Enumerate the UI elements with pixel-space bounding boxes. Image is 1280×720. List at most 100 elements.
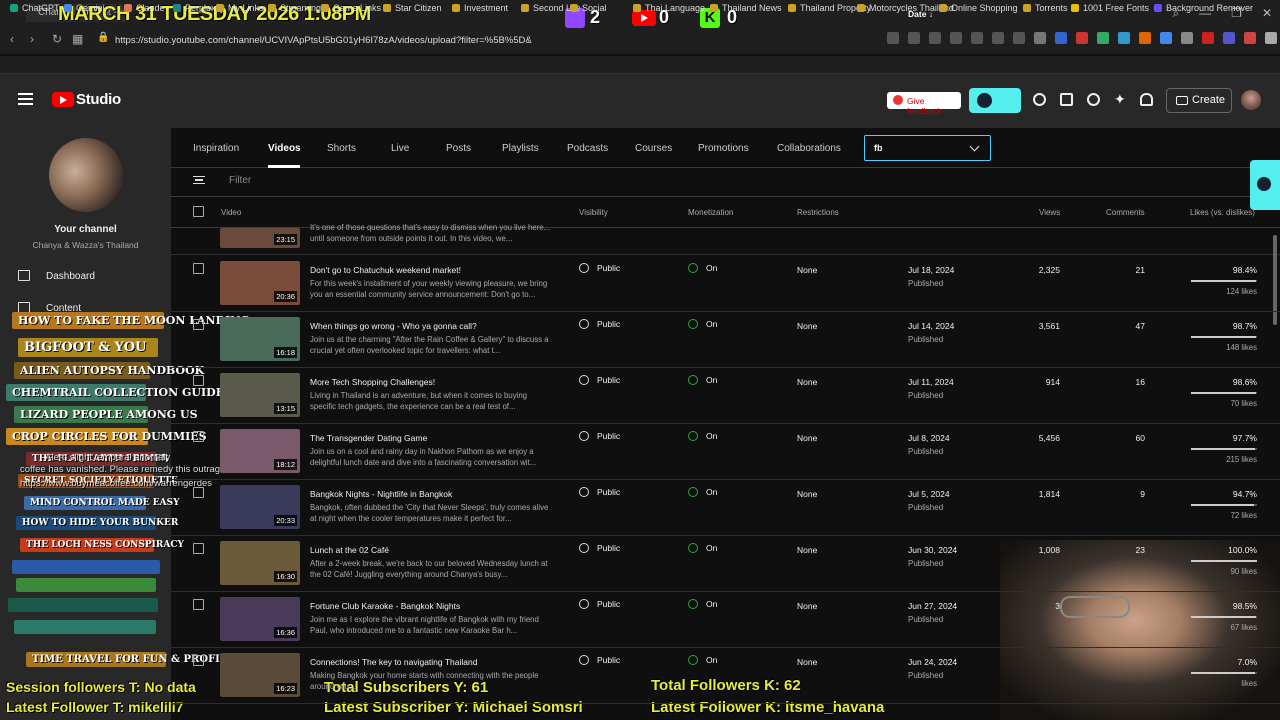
video-thumbnail[interactable]: 16:36: [220, 597, 300, 641]
back-icon[interactable]: ‹: [10, 32, 14, 46]
extension-icon[interactable]: [1118, 32, 1130, 44]
monetization-cell[interactable]: On: [688, 375, 717, 385]
video-title[interactable]: Lunch at the 02 Café: [310, 545, 389, 555]
messages-icon[interactable]: [1060, 93, 1073, 106]
bookmark-item[interactable]: Social: [570, 3, 607, 13]
visibility-cell[interactable]: Public: [579, 431, 620, 441]
video-thumbnail[interactable]: 23:15: [220, 228, 300, 248]
video-thumbnail[interactable]: 20:33: [220, 485, 300, 529]
extension-icon[interactable]: [992, 32, 1004, 44]
visibility-cell[interactable]: Public: [579, 487, 620, 497]
bookmark-item[interactable]: Background Remover: [1154, 3, 1253, 13]
bookmark-item[interactable]: Torrents: [1023, 3, 1068, 13]
video-title[interactable]: Fortune Club Karaoke - Bangkok Nights: [310, 601, 460, 611]
extension-icon[interactable]: [1244, 32, 1256, 44]
video-title[interactable]: When things go wrong - Who ya gonna call…: [310, 321, 477, 331]
extension-icon[interactable]: [1076, 32, 1088, 44]
table-row-partial[interactable]: 23:15 It's one of those questions that's…: [171, 223, 1280, 255]
extension-icon[interactable]: [908, 32, 920, 44]
extension-icon[interactable]: [1202, 32, 1214, 44]
extension-icon[interactable]: [929, 32, 941, 44]
table-row[interactable]: 16:36 Fortune Club Karaoke - Bangkok Nigh…: [171, 592, 1280, 648]
help-icon[interactable]: [1087, 93, 1100, 106]
extension-icon[interactable]: [1181, 32, 1193, 44]
extensions-grid-icon[interactable]: ▦: [72, 32, 83, 46]
extension-icon[interactable]: [1055, 32, 1067, 44]
visibility-cell[interactable]: Public: [579, 319, 620, 329]
url-field[interactable]: https://studio.youtube.com/channel/UCVIV…: [115, 35, 532, 46]
bookmark-item[interactable]: Thailand News: [710, 3, 782, 13]
search-icon[interactable]: [1033, 93, 1046, 106]
reload-icon[interactable]: ↻: [52, 32, 62, 46]
menu-icon[interactable]: [18, 93, 33, 105]
bookmark-item[interactable]: My Links: [216, 3, 264, 13]
table-row[interactable]: 13:15 More Tech Shopping Challenges! Livin…: [171, 368, 1280, 424]
bookmark-item[interactable]: Thai Language: [633, 3, 705, 13]
studio-logo-text[interactable]: Studio: [76, 91, 121, 108]
video-thumbnail[interactable]: 16:23: [220, 653, 300, 697]
monetization-cell[interactable]: On: [688, 599, 717, 609]
extension-icon[interactable]: [971, 32, 983, 44]
table-row[interactable]: 16:30 Lunch at the 02 Café After a 2-week …: [171, 536, 1280, 592]
bookmark-item[interactable]: Investment: [452, 3, 508, 13]
extension-dropdown[interactable]: fb: [864, 135, 991, 161]
monetization-cell[interactable]: On: [688, 655, 717, 665]
bookmark-item[interactable]: Gemini: [64, 3, 105, 13]
channel-avatar[interactable]: [49, 138, 123, 212]
notifications-icon[interactable]: [1140, 93, 1153, 106]
tab-playlists[interactable]: Playlists: [502, 143, 539, 154]
visibility-cell[interactable]: Public: [579, 655, 620, 665]
monetization-cell[interactable]: On: [688, 487, 717, 497]
monetization-cell[interactable]: On: [688, 263, 717, 273]
extension-icon[interactable]: [950, 32, 962, 44]
tab-posts[interactable]: Posts: [446, 143, 471, 154]
filter-input[interactable]: Filter: [229, 175, 251, 186]
forward-icon[interactable]: ›: [30, 32, 34, 46]
extension-menu-button[interactable]: [969, 88, 1021, 113]
video-title[interactable]: Don't go to Chatuchuk weekend market!: [310, 265, 461, 275]
extension-icon[interactable]: [1223, 32, 1235, 44]
tab-shorts[interactable]: Shorts: [327, 143, 356, 154]
tab-courses[interactable]: Courses: [635, 143, 672, 154]
extension-icon[interactable]: [1034, 32, 1046, 44]
visibility-cell[interactable]: Public: [579, 263, 620, 273]
tab-promotions[interactable]: Promotions: [698, 143, 749, 154]
select-all-checkbox[interactable]: [193, 206, 204, 217]
table-row[interactable]: 16:23 Connections! The key to navigating …: [171, 648, 1280, 704]
tab-collaborations[interactable]: Collaborations: [777, 143, 841, 154]
video-thumbnail[interactable]: 16:18: [220, 317, 300, 361]
extension-side-button[interactable]: [1250, 160, 1280, 210]
extension-icon[interactable]: [1097, 32, 1109, 44]
table-row[interactable]: 18:12 The Transgender Dating Game Join us …: [171, 424, 1280, 480]
bookmark-item[interactable]: 1001 Free Fonts: [1071, 3, 1149, 13]
bookmark-item[interactable]: ChatGPT: [10, 3, 60, 13]
table-row[interactable]: 20:36 Don't go to Chatuchuk weekend marke…: [171, 256, 1280, 312]
extension-icon[interactable]: [1013, 32, 1025, 44]
video-thumbnail[interactable]: 13:15: [220, 373, 300, 417]
youtube-logo-icon[interactable]: [52, 92, 74, 107]
video-title[interactable]: The Transgender Dating Game: [310, 433, 427, 443]
tab-live[interactable]: Live: [391, 143, 409, 154]
extension-icon[interactable]: [887, 32, 899, 44]
give-feedback-button[interactable]: Give feedback: [887, 92, 961, 116]
tab-podcasts[interactable]: Podcasts: [567, 143, 608, 154]
close-icon[interactable]: ✕: [1262, 6, 1272, 21]
video-title[interactable]: More Tech Shopping Challenges!: [310, 377, 435, 387]
tab-inspiration[interactable]: Inspiration: [193, 143, 239, 154]
bookmark-item[interactable]: Star Citizen: [383, 3, 442, 13]
filter-icon[interactable]: [193, 176, 205, 184]
bookmark-item[interactable]: Online Shopping: [939, 3, 1018, 13]
video-thumbnail[interactable]: 20:36: [220, 261, 300, 305]
sidebar-item-dashboard[interactable]: Dashboard: [18, 270, 95, 282]
account-avatar[interactable]: [1241, 90, 1261, 110]
monetization-cell[interactable]: On: [688, 543, 717, 553]
video-thumbnail[interactable]: 18:12: [220, 429, 300, 473]
visibility-cell[interactable]: Public: [579, 375, 620, 385]
create-button[interactable]: Create: [1166, 88, 1232, 113]
tab-videos[interactable]: Videos: [268, 143, 301, 154]
extension-icon[interactable]: [1139, 32, 1151, 44]
monetization-cell[interactable]: On: [688, 319, 717, 329]
bookmark-item[interactable]: Claude: [124, 3, 165, 13]
table-row[interactable]: 16:18 When things go wrong - Who ya gonna…: [171, 312, 1280, 368]
table-row[interactable]: 20:33 Bangkok Nights - Nightlife in Bangk…: [171, 480, 1280, 536]
